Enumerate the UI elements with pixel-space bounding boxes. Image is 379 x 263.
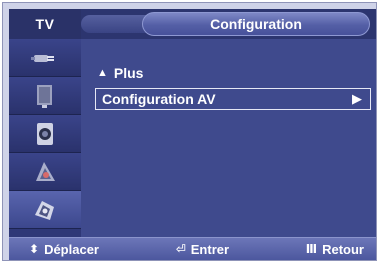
antenna-plug-icon bbox=[31, 54, 54, 62]
menu-item-configuration-av-label: Configuration AV bbox=[102, 91, 216, 107]
menu-item-configuration-av[interactable]: Configuration AV ▶ bbox=[95, 88, 371, 110]
footer-bar: ⬍ Déplacer ⏎ Entrer Ⅲ Retour bbox=[9, 237, 376, 260]
sidebar-item-input[interactable] bbox=[9, 39, 81, 77]
sidebar-item-channel[interactable] bbox=[9, 153, 81, 191]
osd-frame: TV Configuration ▲ Plus Configuration AV… bbox=[2, 2, 377, 261]
footer-move-label: Déplacer bbox=[44, 241, 99, 257]
sidebar bbox=[9, 39, 81, 237]
right-arrow-icon: ▶ bbox=[352, 91, 362, 106]
setup-icon bbox=[35, 200, 54, 220]
up-triangle-icon: ▲ bbox=[97, 67, 108, 79]
tv-tab: TV bbox=[9, 9, 81, 39]
up-down-arrow-icon: ⬍ bbox=[29, 242, 40, 256]
tv-panel-icon bbox=[37, 84, 52, 108]
menu-item-plus[interactable]: ▲ Plus bbox=[97, 65, 143, 81]
sidebar-item-picture[interactable] bbox=[9, 77, 81, 115]
footer-enter: ⏎ Entrer bbox=[176, 242, 229, 257]
page-title-text: Configuration bbox=[210, 16, 302, 32]
menu-item-plus-label: Plus bbox=[113, 65, 144, 81]
sidebar-item-setup[interactable] bbox=[9, 191, 81, 229]
page-title: Configuration bbox=[142, 12, 370, 36]
menu-panel: ▲ Plus Configuration AV ▶ bbox=[81, 39, 376, 237]
speaker-icon bbox=[37, 122, 53, 145]
picture-icon bbox=[36, 161, 55, 181]
header-bar: TV Configuration bbox=[9, 9, 376, 39]
footer-return: Ⅲ Retour bbox=[306, 242, 364, 257]
footer-return-label: Retour bbox=[322, 241, 364, 257]
footer-enter-label: Entrer bbox=[190, 241, 230, 257]
enter-icon: ⏎ bbox=[175, 242, 186, 256]
osd-screen: TV Configuration ▲ Plus Configuration AV… bbox=[9, 9, 376, 260]
tv-label: TV bbox=[35, 16, 55, 32]
sidebar-item-sound[interactable] bbox=[9, 115, 81, 153]
menu-return-icon: Ⅲ bbox=[305, 242, 318, 256]
footer-move: ⬍ Déplacer bbox=[29, 242, 99, 257]
header-decor bbox=[81, 15, 147, 33]
